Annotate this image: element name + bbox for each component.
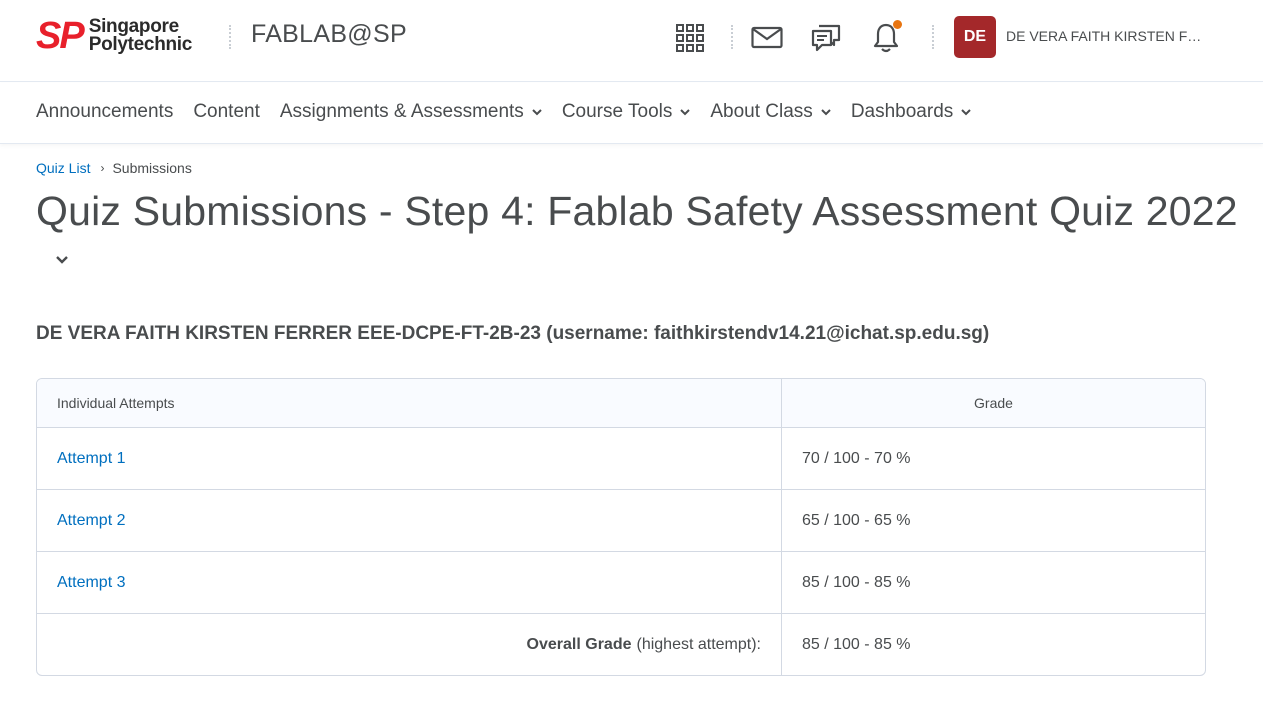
singapore-polytechnic-logo[interactable]: SP Singapore Polytechnic (36, 17, 192, 55)
column-header-attempts: Individual Attempts (37, 379, 782, 427)
header-divider (731, 25, 733, 49)
attempts-table: Individual Attempts Grade Attempt 1 70 /… (36, 378, 1206, 676)
overall-grade-note: (highest attempt): (636, 635, 762, 653)
nav-item-about-class[interactable]: About Class (710, 101, 831, 123)
subscriptions-button[interactable] (806, 18, 846, 58)
breadcrumb: Quiz List › Submissions (36, 160, 192, 176)
logo-mark: SP (36, 15, 85, 57)
table-row: Attempt 1 70 / 100 - 70 % (37, 427, 1205, 489)
logo-line-2: Polytechnic (88, 34, 193, 55)
grade-cell: 65 / 100 - 65 % (802, 511, 911, 529)
table-row: Attempt 3 85 / 100 - 85 % (37, 551, 1205, 613)
overall-grade-label-cell: Overall Grade (highest attempt): (37, 614, 782, 675)
avatar[interactable]: DE (954, 16, 996, 58)
attempt-cell: Attempt 3 (37, 552, 782, 613)
breadcrumb-link-quiz-list[interactable]: Quiz List (36, 160, 90, 176)
attempt-2-link[interactable]: Attempt 2 (57, 512, 125, 530)
nav-item-label: Content (193, 101, 260, 122)
overall-grade-row: Overall Grade (highest attempt): 85 / 10… (37, 613, 1205, 675)
nav-item-dashboards[interactable]: Dashboards (851, 101, 971, 123)
breadcrumb-separator-icon: › (100, 161, 105, 175)
nav-item-announcements[interactable]: Announcements (36, 101, 173, 123)
nav-item-label: Dashboards (850, 101, 954, 122)
notification-dot (893, 20, 902, 29)
nav-item-label: Announcements (36, 101, 174, 122)
course-navbar: Announcements Content Assignments & Asse… (0, 83, 1263, 144)
attempt-cell: Attempt 2 (37, 490, 782, 551)
nav-item-course-tools[interactable]: Course Tools (562, 101, 691, 123)
student-heading: DE VERA FAITH KIRSTEN FERRER EEE-DCPE-FT… (36, 323, 990, 344)
nav-item-label: Assignments & Assessments (279, 101, 524, 122)
attempt-cell: Attempt 1 (37, 428, 782, 489)
table-header-row: Individual Attempts Grade (37, 379, 1205, 427)
chevron-down-icon (821, 109, 831, 116)
logo-wordmark: Singapore Polytechnic (88, 17, 193, 55)
header-divider (229, 25, 231, 49)
nav-item-content[interactable]: Content (193, 101, 260, 123)
top-header: SP Singapore Polytechnic FABLAB@SP DE DE… (0, 0, 1263, 82)
mail-icon (751, 26, 783, 49)
chat-icon (811, 24, 841, 52)
breadcrumb-current: Submissions (112, 160, 192, 176)
attempt-1-link[interactable]: Attempt 1 (57, 450, 125, 468)
page-title: Quiz Submissions - Step 4: Fablab Safety… (36, 188, 1238, 234)
messages-button[interactable] (747, 18, 787, 58)
nav-item-label: Course Tools (561, 101, 673, 122)
header-divider (932, 25, 934, 49)
attempt-3-link[interactable]: Attempt 3 (57, 574, 125, 592)
grade-cell: 85 / 100 - 85 % (802, 573, 911, 591)
overall-grade-label: Overall Grade (526, 635, 632, 653)
waffle-icon (676, 24, 704, 52)
nav-item-assignments-assessments[interactable]: Assignments & Assessments (280, 101, 542, 123)
chevron-down-icon (680, 109, 691, 116)
course-selector-button[interactable] (670, 18, 710, 58)
chevron-down-icon (532, 109, 542, 116)
column-header-grade: Grade (974, 395, 1013, 411)
nav-item-label: About Class (710, 101, 813, 122)
overall-grade-value: 85 / 100 - 85 % (802, 635, 911, 653)
table-row: Attempt 2 65 / 100 - 65 % (37, 489, 1205, 551)
grade-cell: 70 / 100 - 70 % (802, 449, 911, 467)
chevron-down-icon[interactable] (52, 252, 72, 268)
org-title-link[interactable]: FABLAB@SP (251, 20, 407, 49)
notifications-button[interactable] (866, 18, 906, 58)
chevron-down-icon (961, 109, 971, 116)
user-menu-name[interactable]: DE VERA FAITH KIRSTEN FERRER (1006, 28, 1210, 44)
